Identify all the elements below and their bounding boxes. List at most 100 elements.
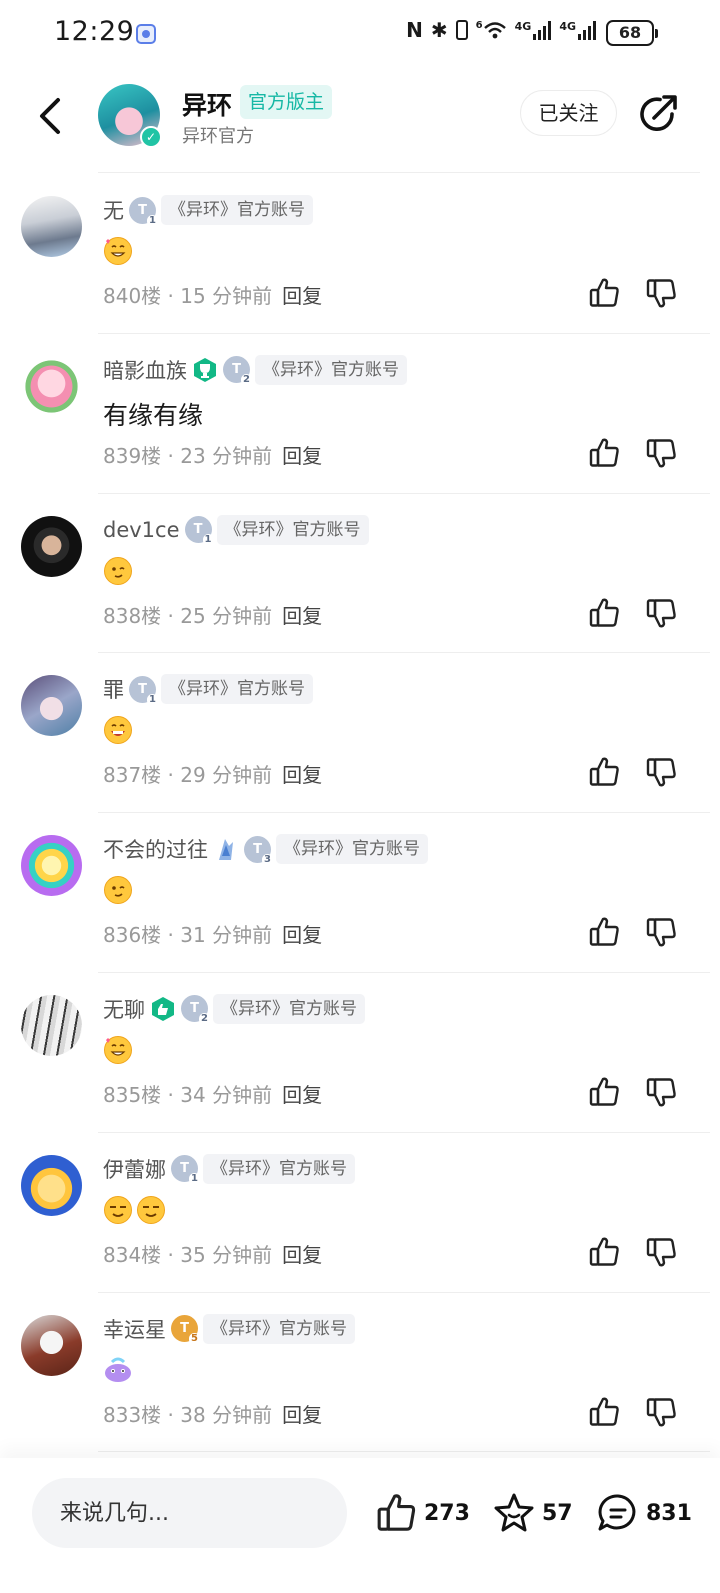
community-tag: 《异环》官方账号 (203, 1313, 355, 1344)
grin-emoji-icon (103, 715, 133, 745)
level-number: 2 (199, 1013, 210, 1026)
wink-emoji-icon (103, 875, 133, 905)
comment-item: 伊蕾娜 T1 《异环》官方账号 834楼 · 35 分钟前 回复 (0, 1133, 720, 1293)
thumbs-down-icon[interactable] (644, 436, 678, 470)
user-avatar[interactable] (21, 1154, 82, 1216)
level-badge-icon: T3 (244, 835, 273, 866)
level-number: 3 (262, 853, 273, 866)
user-avatar[interactable] (21, 835, 82, 897)
blue-medal-icon (213, 836, 239, 862)
community-tag: 《异环》官方账号 (216, 514, 369, 545)
reply-button[interactable]: 回复 (282, 1403, 322, 1427)
reply-button[interactable]: 回复 (282, 1243, 322, 1267)
level-number: 1 (202, 534, 214, 547)
thumbs-down-icon[interactable] (644, 596, 678, 630)
thumbs-down-icon[interactable] (644, 1235, 678, 1269)
thumbs-up-icon[interactable] (587, 1235, 621, 1269)
smug-emoji-icon (103, 1195, 133, 1225)
user-avatar[interactable] (21, 675, 82, 737)
level-badge-icon: T5 (171, 1315, 200, 1346)
comment-item: dev1ce T1 《异环》官方账号 838楼 · 25 分钟前 回复 (0, 494, 720, 654)
username[interactable]: 罪 (103, 674, 124, 704)
thumbs-up-icon[interactable] (587, 1395, 621, 1429)
comment-divider (98, 1451, 710, 1453)
comment-time: 29 分钟前 (180, 763, 273, 788)
comment-time: 35 分钟前 (180, 1242, 273, 1267)
username[interactable]: 无 (103, 195, 124, 225)
bottom-action-bar: 273 57 831 (0, 1458, 720, 1593)
floor-number: 836楼 (103, 923, 162, 948)
notification-app-icon (136, 24, 156, 44)
username[interactable]: 幸运星 (103, 1314, 166, 1344)
user-avatar[interactable] (21, 994, 82, 1056)
user-avatar[interactable] (21, 1314, 82, 1376)
author-subtitle: 异环官方 (182, 126, 254, 147)
username[interactable]: dev1ce (103, 518, 180, 542)
status-bar: 12:29 N ✱ 6 4G 4G 68 (0, 0, 720, 70)
comments-button[interactable]: 831 (596, 1488, 692, 1538)
thumbs-up-icon[interactable] (587, 436, 621, 470)
user-avatar[interactable] (21, 355, 82, 417)
back-button[interactable] (30, 92, 70, 140)
level-badge-icon: T1 (171, 1155, 200, 1186)
star-icon (494, 1493, 534, 1532)
thumbs-down-icon[interactable] (644, 276, 678, 310)
like-post-button[interactable]: 273 (374, 1488, 470, 1538)
author-avatar[interactable]: ✓ (98, 84, 162, 148)
level-badge-icon: T2 (181, 995, 210, 1026)
username[interactable]: 暗影血族 (103, 355, 187, 385)
vibrate-icon (455, 20, 468, 40)
community-tag: 《异环》官方账号 (255, 354, 407, 385)
reply-button[interactable]: 回复 (282, 923, 322, 947)
reply-button[interactable]: 回复 (282, 763, 322, 787)
reply-button[interactable]: 回复 (282, 1083, 322, 1107)
comment-time: 25 分钟前 (180, 603, 273, 628)
nfc-icon: N (406, 18, 423, 42)
reply-button[interactable]: 回复 (282, 444, 322, 468)
network-type-2: 4G (559, 20, 576, 33)
username[interactable]: 不会的过往 (103, 834, 208, 864)
thumbs-up-icon (374, 1491, 418, 1535)
comment-content: 有缘有缘 (103, 396, 203, 432)
level-badge-icon: T1 (184, 516, 214, 547)
thumbs-up-icon[interactable] (587, 596, 621, 630)
reply-button[interactable]: 回复 (282, 284, 322, 308)
author-name[interactable]: 异环 (182, 86, 232, 122)
community-tag: 《异环》官方账号 (213, 993, 365, 1024)
favorite-button[interactable]: 57 (492, 1488, 573, 1538)
status-icons: N ✱ 6 4G 4G (406, 18, 596, 42)
status-time: 12:29 (54, 16, 135, 47)
thumbs-up-icon[interactable] (587, 276, 621, 310)
community-tag: 《异环》官方账号 (276, 834, 428, 865)
thumbs-down-icon[interactable] (644, 1395, 678, 1429)
user-avatar[interactable] (21, 515, 82, 577)
floor-number: 840楼 (103, 284, 162, 308)
reply-button[interactable]: 回复 (282, 604, 322, 628)
comment-content (103, 875, 133, 905)
comment-time: 34 分钟前 (180, 1082, 273, 1107)
comment-input[interactable] (32, 1478, 347, 1548)
thumbs-up-icon[interactable] (587, 1075, 621, 1109)
network-type-1: 4G (514, 20, 532, 33)
floor-number: 834楼 (103, 1242, 162, 1267)
thumbs-up-icon[interactable] (587, 915, 621, 949)
username[interactable]: 无聊 (103, 994, 145, 1024)
floor-number: 837楼 (103, 763, 162, 788)
thumbs-up-icon[interactable] (587, 755, 621, 789)
comment-item: 无聊 T2 《异环》官方账号 835楼 · 34 分钟前 回复 (0, 973, 720, 1133)
wifi-generation: 6 (475, 20, 483, 31)
share-button[interactable] (636, 92, 680, 136)
thumbs-down-icon[interactable] (644, 755, 678, 789)
community-tag: 《异环》官方账号 (161, 195, 313, 225)
purple-creature-emoji-icon (105, 1357, 131, 1382)
level-number: 2 (241, 374, 252, 387)
heart-smile-emoji-icon (103, 236, 133, 266)
username[interactable]: 伊蕾娜 (103, 1154, 166, 1184)
comment-item: 暗影血族 T2 《异环》官方账号 有缘有缘 839楼 · 23 分钟前 回复 (0, 334, 720, 494)
thumbs-down-icon[interactable] (644, 915, 678, 949)
follow-button[interactable]: 已关注 (520, 90, 617, 136)
wink-emoji-icon (103, 556, 133, 586)
comment-content (103, 556, 133, 586)
user-avatar[interactable] (21, 196, 82, 257)
thumbs-down-icon[interactable] (644, 1075, 678, 1109)
